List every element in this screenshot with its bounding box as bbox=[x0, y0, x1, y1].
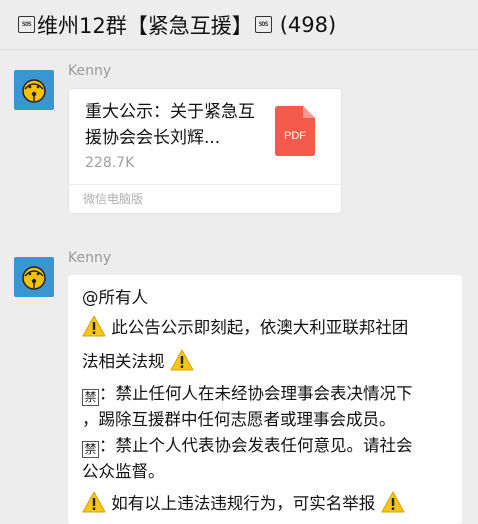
warning-icon bbox=[381, 491, 404, 513]
warning-icon bbox=[82, 315, 106, 337]
prohibited-icon: 禁 bbox=[82, 440, 99, 458]
mention-all: @所有人 bbox=[82, 288, 148, 307]
rule-text: ：禁止个人代表协会发表任何意见。请社会 bbox=[99, 436, 413, 455]
file-message-card[interactable]: 重大公示：关于紧急互援协会会长刘辉... 228.7K PDF 微信电脑版 bbox=[68, 88, 342, 214]
avatar[interactable] bbox=[14, 257, 54, 297]
announcement-line: 此公告公示即刻起，依澳大利亚联邦社团 bbox=[111, 318, 409, 337]
bell-icon bbox=[22, 266, 46, 290]
rule-text: ：禁止任何人在未经协会理事会表决情况下 bbox=[99, 384, 413, 403]
closing-line: 如有以上违法违规行为，可实名举报 bbox=[111, 494, 376, 513]
rule-text: 公众监督。 bbox=[82, 462, 165, 481]
warning-icon bbox=[170, 349, 194, 371]
rule-text: ，踢除互援群中任何志愿者或理事会成员。 bbox=[82, 410, 396, 429]
member-count: (498) bbox=[279, 12, 337, 37]
pdf-file-icon: PDF bbox=[275, 106, 315, 160]
sos-icon: SOS bbox=[254, 16, 272, 33]
announcement-line: 法相关法规 bbox=[82, 352, 165, 371]
card-source-footer: 微信电脑版 bbox=[69, 184, 341, 213]
avatar[interactable] bbox=[14, 70, 54, 110]
text-message-bubble[interactable]: @所有人 此公告公示即刻起，依澳大利亚联邦社团 法相关法规 禁：禁止任何人在未经… bbox=[68, 275, 462, 524]
file-size: 228.7K bbox=[85, 155, 135, 171]
sender-name: Kenny bbox=[68, 63, 112, 79]
bell-icon bbox=[22, 79, 46, 103]
warning-icon bbox=[82, 491, 106, 513]
file-title: 重大公示：关于紧急互援协会会长刘辉... bbox=[85, 102, 255, 148]
chat-title[interactable]: 维州12群【紧急互援】 bbox=[37, 10, 253, 40]
sos-icon: SOS bbox=[18, 16, 35, 33]
prohibited-icon: 禁 bbox=[82, 388, 99, 406]
chat-header: SOS 维州12群【紧急互援】 SOS (498) bbox=[0, 0, 478, 50]
sender-name: Kenny bbox=[68, 250, 112, 266]
svg-text:PDF: PDF bbox=[284, 130, 306, 142]
